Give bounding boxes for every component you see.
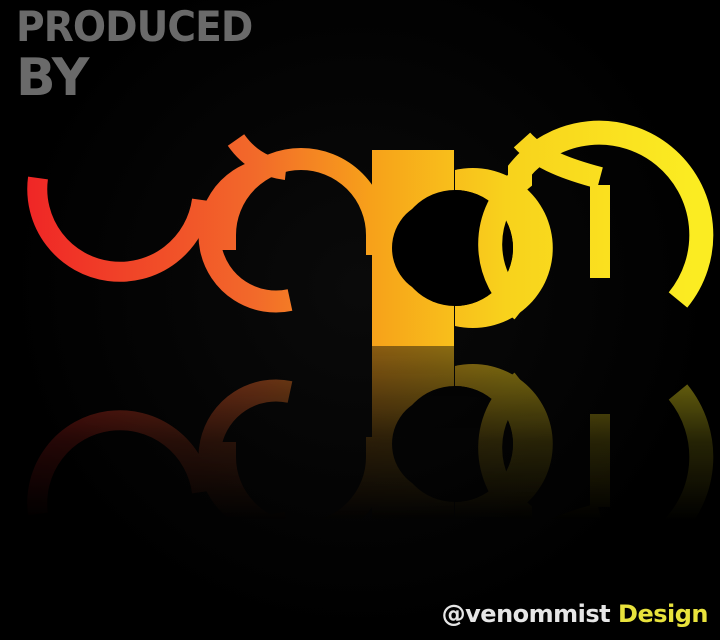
venom-logo-icon xyxy=(0,0,720,640)
poster: PRODUCED BY @venommist Design xyxy=(0,0,720,640)
credit-handle: @venommist xyxy=(441,600,611,628)
credit-tag: Design xyxy=(618,600,708,628)
logo-reflection xyxy=(37,346,701,559)
credit-signature: @venommist Design xyxy=(441,600,709,628)
